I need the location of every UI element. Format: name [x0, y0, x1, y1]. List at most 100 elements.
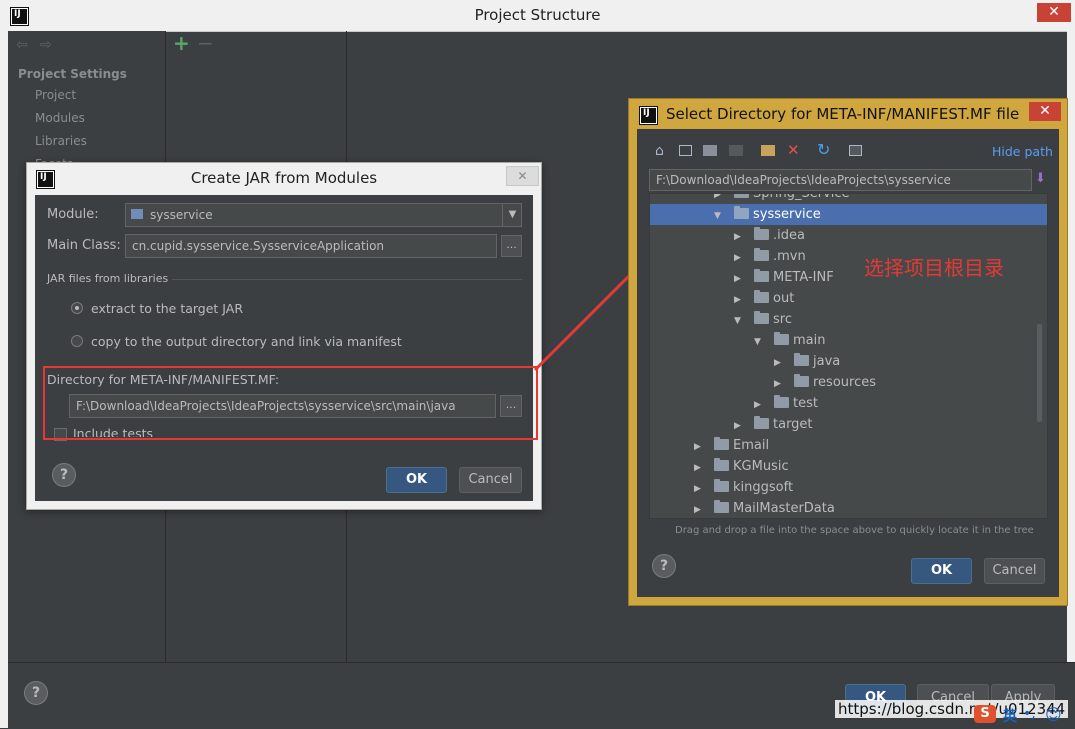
tree-scrollbar[interactable]: [1037, 324, 1042, 422]
path-history-icon[interactable]: ⬇: [1035, 171, 1046, 186]
folder-icon: [714, 479, 729, 492]
collapsed-arrow-icon[interactable]: ▶: [694, 458, 706, 479]
window-frame-left: [0, 31, 8, 728]
tree-node[interactable]: ▶ test: [650, 393, 1047, 414]
select-ok-button[interactable]: OK: [911, 558, 972, 584]
create-jar-dialog: Create JAR from Modules ✕ Module: sysser…: [26, 162, 542, 510]
remove-artifact-icon[interactable]: −: [197, 31, 214, 55]
refresh-icon[interactable]: ↻: [817, 140, 830, 159]
tree-node[interactable]: ▶ java: [650, 351, 1047, 372]
window-close-button[interactable]: ✕: [1037, 3, 1071, 22]
tree-node-label: sysservice: [753, 207, 821, 222]
chevron-down-icon[interactable]: ▼: [502, 204, 522, 226]
module-select[interactable]: sysservice: [125, 203, 522, 227]
select-dialog-body: ⌂ ✕ ↻ Hide path F:\Download\IdeaProjects…: [637, 129, 1059, 597]
folder-icon: [714, 437, 729, 450]
folder-icon: [774, 332, 789, 345]
forward-arrow-icon[interactable]: ⇨: [40, 37, 52, 53]
collapsed-arrow-icon[interactable]: ▶: [734, 290, 746, 311]
hide-path-link[interactable]: Hide path: [992, 144, 1053, 159]
tree-node[interactable]: ▶ MailMasterData: [650, 498, 1047, 518]
collapsed-arrow-icon[interactable]: ▶: [754, 395, 766, 416]
tree-node[interactable]: ▼ src: [650, 309, 1047, 330]
tree-node[interactable]: ▶ resources: [650, 372, 1047, 393]
ime-emoji-icon: ☺: [1045, 705, 1062, 724]
jar-cancel-button[interactable]: Cancel: [459, 467, 522, 493]
show-hidden-icon[interactable]: [849, 145, 862, 156]
tree-node[interactable]: ▶ out: [650, 288, 1047, 309]
tree-node[interactable]: ▶ Spring_Service: [650, 194, 1047, 204]
collapsed-arrow-icon[interactable]: ▶: [694, 479, 706, 500]
extract-radio[interactable]: [71, 302, 83, 314]
home-icon[interactable]: ⌂: [655, 143, 664, 159]
tree-node[interactable]: ▼ sysservice: [650, 204, 1047, 225]
expanded-arrow-icon[interactable]: ▼: [734, 311, 746, 332]
sidebar-item-libraries[interactable]: Libraries: [35, 134, 87, 148]
collapsed-arrow-icon[interactable]: ▶: [734, 248, 746, 269]
folder-icon: [774, 395, 789, 408]
folder-icon: [714, 458, 729, 471]
module-folder-icon[interactable]: [729, 145, 743, 156]
annotation-text: 选择项目根目录: [864, 256, 1004, 280]
collapsed-arrow-icon[interactable]: ▶: [694, 437, 706, 458]
tree-node-label: test: [793, 396, 818, 411]
highlight-box: [43, 366, 538, 440]
path-field[interactable]: F:\Download\IdeaProjects\IdeaProjects\sy…: [649, 169, 1032, 191]
extract-radio-label[interactable]: extract to the target JAR: [91, 301, 243, 316]
select-dialog-close-button[interactable]: ✕: [1029, 102, 1061, 121]
select-directory-dialog: Select Directory for META-INF/MANIFEST.M…: [628, 98, 1068, 606]
main-class-browse-button[interactable]: ...: [501, 235, 522, 257]
add-artifact-icon[interactable]: +: [173, 31, 190, 55]
module-select-value: sysservice: [150, 208, 213, 222]
main-class-label: Main Class:: [47, 238, 121, 253]
select-dialog-app-icon: [640, 107, 657, 124]
copy-radio[interactable]: [71, 335, 83, 347]
directory-tree[interactable]: ▶ Spring_Service ▼ sysservice ▶ .idea ▶ .mvn ▶ ME…: [649, 193, 1048, 519]
sidebar-item-project[interactable]: Project: [35, 88, 76, 102]
jar-ok-button[interactable]: OK: [386, 467, 447, 493]
select-cancel-button[interactable]: Cancel: [984, 558, 1045, 584]
dialog-close-button[interactable]: ✕: [506, 166, 539, 186]
tree-node[interactable]: ▶ target: [650, 414, 1047, 435]
select-help-icon[interactable]: ?: [652, 554, 676, 578]
delete-icon[interactable]: ✕: [787, 141, 800, 159]
module-label: Module:: [47, 207, 99, 222]
expanded-arrow-icon[interactable]: ▼: [714, 206, 726, 227]
separator: [172, 279, 522, 280]
back-arrow-icon[interactable]: ⇦: [16, 37, 28, 53]
desktop-icon[interactable]: [679, 145, 692, 156]
collapsed-arrow-icon[interactable]: ▶: [734, 227, 746, 248]
bottom-button-bar: ? OK Cancel Apply: [8, 662, 1075, 729]
tree-node[interactable]: ▶ KGMusic: [650, 456, 1047, 477]
ime-punct-icon: •,: [1023, 706, 1036, 722]
copy-radio-label[interactable]: copy to the output directory and link vi…: [91, 334, 402, 349]
folder-icon: [714, 500, 729, 513]
collapsed-arrow-icon[interactable]: ▶: [734, 269, 746, 290]
tree-node[interactable]: ▼ main: [650, 330, 1047, 351]
tree-node-label: Email: [733, 438, 770, 453]
tree-node-label: target: [773, 417, 813, 432]
jar-help-icon[interactable]: ?: [52, 463, 76, 487]
tree-node[interactable]: ▶ Email: [650, 435, 1047, 456]
window-frame-right: [1067, 31, 1075, 728]
folder-icon: [754, 227, 769, 240]
folder-icon: [754, 269, 769, 282]
select-dialog-title: Select Directory for META-INF/MANIFEST.M…: [666, 105, 1020, 123]
new-folder-icon[interactable]: [761, 145, 775, 156]
collapsed-arrow-icon[interactable]: ▶: [774, 374, 786, 395]
main-class-field[interactable]: cn.cupid.sysservice.SysserviceApplicatio…: [125, 234, 497, 258]
sidebar-item-modules[interactable]: Modules: [35, 111, 85, 125]
help-icon[interactable]: ?: [24, 681, 48, 705]
collapsed-arrow-icon[interactable]: ▶: [694, 500, 706, 518]
tree-node-label: src: [773, 312, 792, 327]
dialog-title: Create JAR from Modules: [190, 169, 378, 187]
window-title-bar: Project Structure ✕: [0, 0, 1075, 32]
expanded-arrow-icon[interactable]: ▼: [754, 332, 766, 353]
jar-files-label: JAR files from libraries: [47, 272, 169, 285]
tree-node[interactable]: ▶ .idea: [650, 225, 1047, 246]
collapsed-arrow-icon[interactable]: ▶: [774, 353, 786, 374]
ime-logo-icon: S: [974, 705, 996, 723]
project-folder-icon[interactable]: [703, 145, 717, 156]
tree-node[interactable]: ▶ kinggsoft: [650, 477, 1047, 498]
collapsed-arrow-icon[interactable]: ▶: [734, 416, 746, 437]
